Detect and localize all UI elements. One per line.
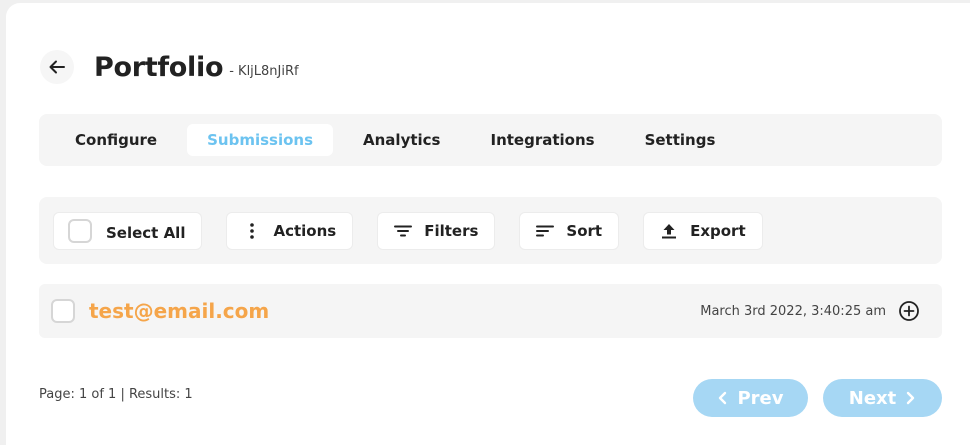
sort-label: Sort <box>566 221 603 240</box>
plus-circle-icon <box>899 301 919 321</box>
sort-icon <box>536 222 555 240</box>
tab-integrations[interactable]: Integrations <box>470 124 614 156</box>
select-all-button[interactable]: Select All <box>53 211 203 250</box>
select-all-label: Select All <box>106 223 186 242</box>
export-button[interactable]: Export <box>643 211 763 250</box>
actions-button[interactable]: Actions <box>226 211 354 250</box>
next-label: Next <box>848 387 897 409</box>
upload-icon <box>660 222 678 240</box>
submission-email[interactable]: test@email.com <box>89 299 269 323</box>
chevron-right-icon <box>907 391 915 405</box>
back-button[interactable] <box>40 50 74 84</box>
filter-icon <box>394 222 413 240</box>
row-checkbox[interactable] <box>51 299 75 323</box>
page-header: Portfolio - KljL8nJiRf <box>40 47 299 87</box>
export-label: Export <box>690 221 746 240</box>
tab-configure[interactable]: Configure <box>55 124 177 156</box>
submission-date: March 3rd 2022, 3:40:25 am <box>700 303 886 319</box>
pagination-info: Page: 1 of 1 | Results: 1 <box>39 387 193 402</box>
submission-row[interactable]: test@email.com March 3rd 2022, 3:40:25 a… <box>39 284 942 338</box>
submissions-toolbar: Select All Actions Filters Sort Export <box>39 197 942 264</box>
arrow-left-icon <box>49 60 65 74</box>
sort-button[interactable]: Sort <box>519 211 620 250</box>
main-card: Portfolio - KljL8nJiRf Configure Submiss… <box>6 3 970 445</box>
prev-label: Prev <box>737 387 784 409</box>
chevron-left-icon <box>719 391 727 405</box>
prev-button[interactable]: Prev <box>693 379 808 417</box>
more-vertical-icon <box>243 222 261 240</box>
select-all-checkbox[interactable] <box>68 218 92 243</box>
tab-submissions[interactable]: Submissions <box>187 124 334 156</box>
tab-bar: Configure Submissions Analytics Integrat… <box>39 114 942 166</box>
filters-label: Filters <box>424 221 479 240</box>
next-button[interactable]: Next <box>823 379 942 417</box>
expand-button[interactable] <box>898 300 920 322</box>
form-id: - KljL8nJiRf <box>229 63 299 79</box>
page-title: Portfolio <box>94 51 224 83</box>
filters-button[interactable]: Filters <box>377 211 496 250</box>
actions-label: Actions <box>273 221 337 240</box>
tab-settings[interactable]: Settings <box>625 124 736 156</box>
tab-analytics[interactable]: Analytics <box>343 124 460 156</box>
